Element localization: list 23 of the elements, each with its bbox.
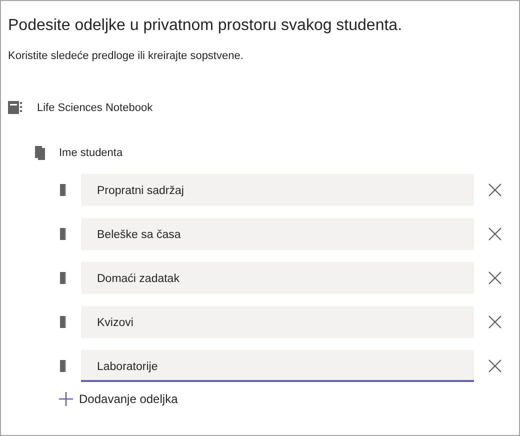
instructions-text: Koristite sledeće predloge ili kreirajte sopstvene. [8,49,244,63]
plus-icon [59,392,73,406]
page-title: Podesite odeljke u privatnom prostoru svakog studenta. [8,16,404,36]
add-section-button[interactable]: Dodavanje odeljka [59,392,519,406]
close-icon[interactable] [486,313,504,331]
section-icon [60,184,66,196]
close-icon[interactable] [486,269,504,287]
student-name: Ime studenta [59,147,123,159]
notebook-icon [8,101,22,114]
section-name-field[interactable]: Domaći zadatak [81,262,474,294]
section-name-field[interactable]: Kvizovi [81,306,474,338]
section-icon [60,228,66,240]
section-icon [60,272,66,284]
section-icon [60,316,66,328]
section-icon [60,360,66,372]
section-name-field[interactable]: Laboratorije [81,350,474,382]
notebook-name: Life Sciences Notebook [37,102,153,114]
section-name-field[interactable]: Propratni sadržaj [81,174,474,206]
section-name-field[interactable]: Beleške sa časa [81,218,474,250]
close-icon[interactable] [486,181,504,199]
close-icon[interactable] [486,357,504,375]
close-icon[interactable] [486,225,504,243]
section-group-icon [35,146,45,160]
